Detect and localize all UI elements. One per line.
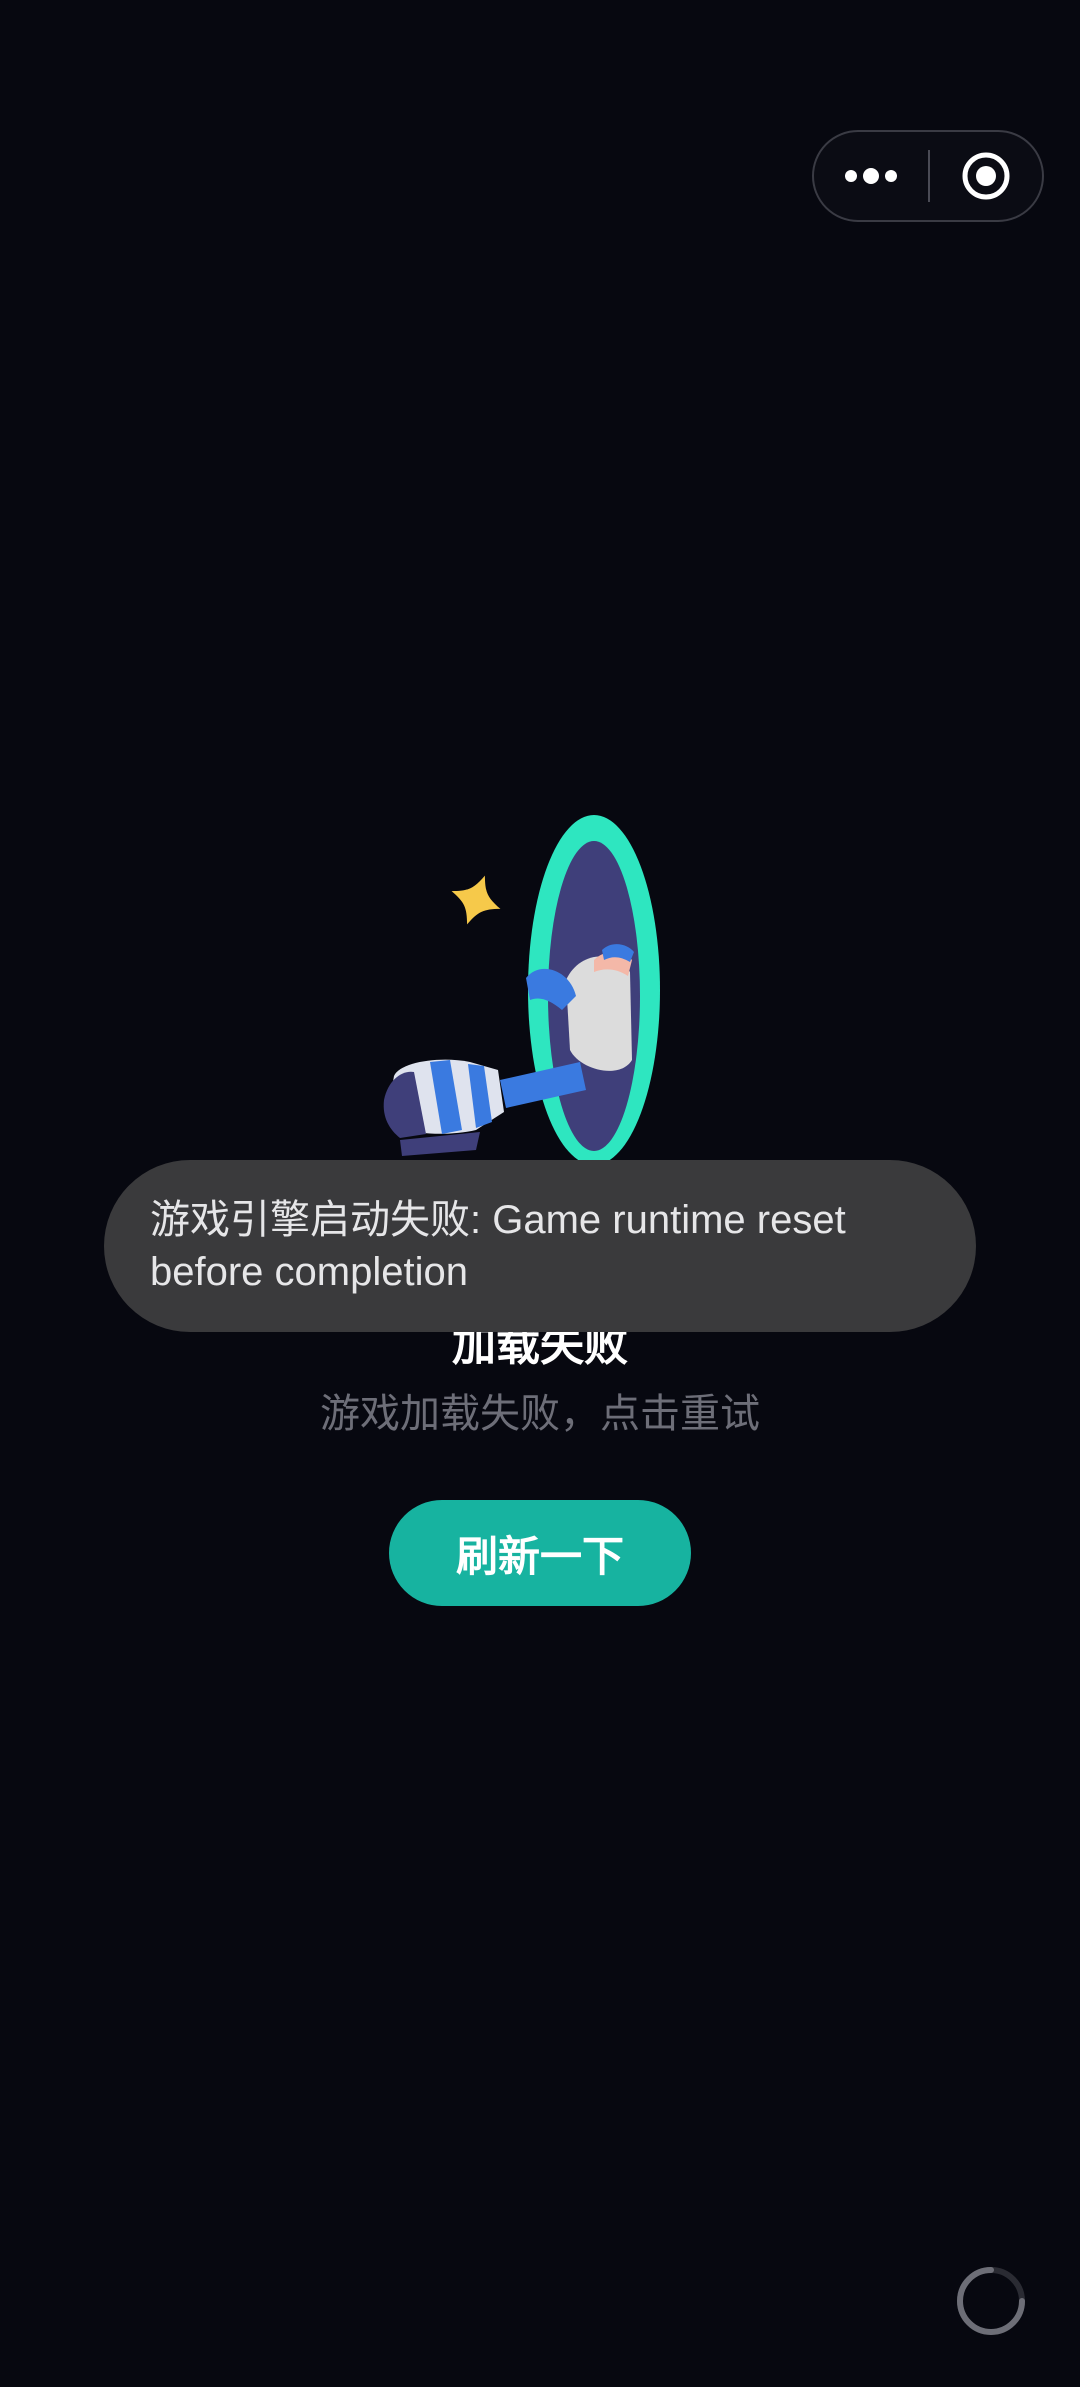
- star-icon: [451, 875, 501, 925]
- more-button[interactable]: [814, 132, 928, 220]
- loading-spinner-icon: [957, 2267, 1025, 2335]
- error-subtitle[interactable]: 游戏加载失败，点击重试: [0, 1386, 1080, 1442]
- close-button[interactable]: [930, 132, 1042, 220]
- target-close-icon: [962, 152, 1010, 200]
- toast-message: 游戏引擎启动失败: Game runtime reset before comp…: [150, 1198, 846, 1294]
- portal-character-illustration: [383, 815, 660, 1165]
- refresh-button[interactable]: 刷新一下: [389, 1500, 691, 1606]
- menu-capsule: [812, 130, 1044, 222]
- game-load-failed-screen: 加载失败 游戏加载失败，点击重试 刷新一下 游戏引擎启动失败: Game run…: [0, 0, 1080, 2387]
- error-toast: 游戏引擎启动失败: Game runtime reset before comp…: [104, 1160, 976, 1332]
- more-dots-icon: [845, 168, 897, 184]
